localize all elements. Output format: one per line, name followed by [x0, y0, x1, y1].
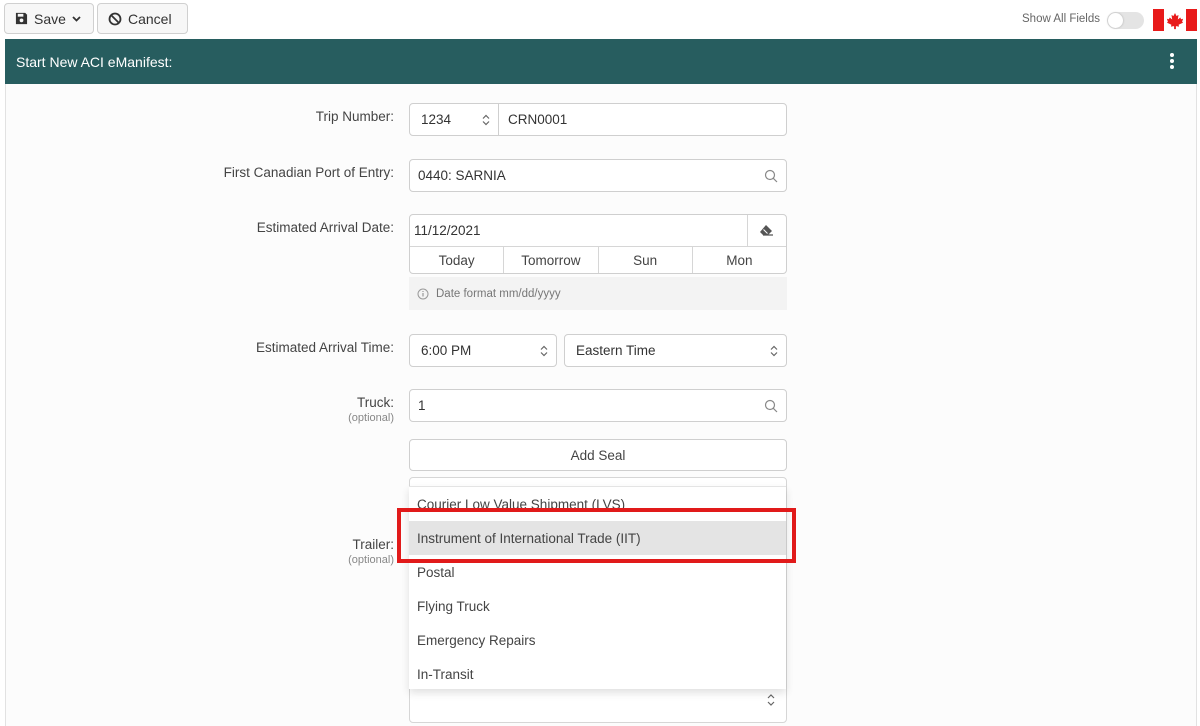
- quick-date-sun[interactable]: Sun: [599, 247, 693, 273]
- trip-number-code-input[interactable]: CRN0001: [498, 103, 787, 136]
- truck-value: 1: [418, 398, 426, 413]
- arrival-date-group: 11/12/2021 Today Tomorrow Sun Mon: [409, 214, 787, 274]
- add-seal-button[interactable]: Add Seal: [409, 439, 787, 471]
- truck-optional-label: (optional): [348, 412, 394, 424]
- trip-number-code-value: CRN0001: [508, 112, 568, 127]
- floppy-disk-icon: [15, 12, 28, 25]
- truck-input[interactable]: 1: [409, 389, 787, 422]
- arrival-time-label: Estimated Arrival Time:: [255, 340, 394, 355]
- show-all-fields-label: Show All Fields: [1022, 13, 1100, 25]
- quick-date-tomorrow[interactable]: Tomorrow: [504, 247, 599, 273]
- date-format-hint: Date format mm/dd/yyyy: [409, 277, 787, 310]
- updown-arrows-icon: [482, 114, 490, 125]
- panel-header: Start New ACI eManifest:: [5, 39, 1197, 84]
- arrival-date-label: Estimated Arrival Date:: [256, 220, 394, 235]
- save-button[interactable]: Save: [4, 3, 94, 34]
- arrival-date-input[interactable]: 11/12/2021: [410, 215, 748, 247]
- ban-icon: [108, 12, 122, 25]
- search-icon[interactable]: [764, 399, 778, 413]
- more-options-icon[interactable]: [1169, 53, 1175, 69]
- date-format-hint-text: Date format mm/dd/yyyy: [436, 287, 561, 300]
- arrival-time-select[interactable]: 6:00 PM: [409, 334, 557, 367]
- truck-label: Truck:: [357, 395, 394, 410]
- trailer-optional-label: (optional): [348, 554, 394, 566]
- updown-arrows-icon: [770, 345, 778, 356]
- clear-date-button[interactable]: [747, 215, 786, 247]
- dropdown-option[interactable]: Flying Truck: [409, 589, 786, 623]
- trip-number-label: Trip Number:: [315, 109, 394, 124]
- trailer-label: Trailer:: [352, 537, 394, 552]
- info-icon: [417, 288, 429, 299]
- panel-title: Start New ACI eManifest:: [16, 53, 173, 70]
- quick-date-today[interactable]: Today: [410, 247, 505, 273]
- dropdown-option[interactable]: In-Transit: [409, 657, 786, 689]
- updown-arrows-icon: [767, 694, 775, 706]
- port-of-entry-input[interactable]: 0440: SARNIA: [409, 159, 787, 192]
- trip-number-stepper[interactable]: 1234: [409, 103, 499, 136]
- save-button-label: Save: [34, 10, 66, 27]
- show-all-fields-toggle[interactable]: [1107, 12, 1144, 29]
- eraser-icon: [759, 225, 773, 236]
- port-of-entry-label: First Canadian Port of Entry:: [223, 165, 394, 180]
- date-quick-buttons: Today Tomorrow Sun Mon: [410, 247, 786, 273]
- dropdown-option[interactable]: Emergency Repairs: [409, 623, 786, 657]
- arrival-time-value: 6:00 PM: [421, 343, 472, 358]
- search-icon[interactable]: [764, 169, 778, 183]
- cancel-button-label: Cancel: [128, 10, 172, 27]
- timezone-select[interactable]: Eastern Time: [564, 334, 787, 367]
- top-toolbar: Save Cancel Show All Fields: [0, 0, 1200, 39]
- cancel-button[interactable]: Cancel: [97, 3, 188, 34]
- updown-arrows-icon: [540, 345, 548, 356]
- toggle-knob: [1108, 13, 1123, 28]
- quick-date-mon[interactable]: Mon: [693, 247, 786, 273]
- arrival-date-value: 11/12/2021: [414, 223, 481, 238]
- port-of-entry-value: 0440: SARNIA: [418, 168, 506, 183]
- trip-number-value: 1234: [421, 112, 452, 127]
- canada-flag-icon[interactable]: [1153, 9, 1197, 31]
- timezone-value: Eastern Time: [576, 343, 656, 358]
- chevron-down-icon: [72, 15, 81, 22]
- annotation-highlight-box: [397, 508, 796, 563]
